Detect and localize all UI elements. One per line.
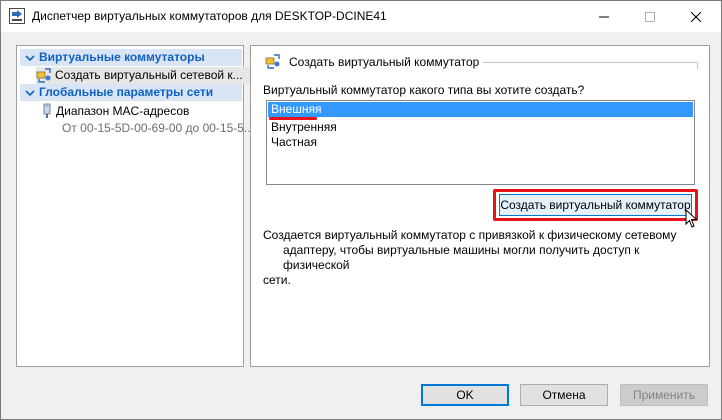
- maximize-button[interactable]: [627, 1, 673, 32]
- tree-section-virtual-switches[interactable]: Виртуальные коммутаторы: [20, 49, 242, 66]
- tree-section-label: Глобальные параметры сети: [39, 85, 214, 99]
- maximize-icon: [645, 11, 655, 22]
- group-title: Создать виртуальный коммутатор: [289, 55, 480, 69]
- switch-type-listbox[interactable]: Внешняя Внутренняя Частная: [266, 100, 695, 185]
- switch-type-option-internal[interactable]: Внутренняя: [268, 120, 693, 135]
- network-switch-icon: [36, 68, 51, 83]
- tree-section-global-network[interactable]: Глобальные параметры сети: [20, 84, 242, 101]
- description-line: сети.: [263, 273, 291, 287]
- highlight-underline: [269, 117, 317, 120]
- create-switch-button[interactable]: Создать виртуальный коммутатор: [499, 194, 692, 216]
- chevron-down-icon: [25, 90, 35, 97]
- group-border: [697, 62, 698, 69]
- window-title: Диспетчер виртуальных коммутаторов для D…: [32, 9, 387, 23]
- tree-item-label: Диапазон MAC-адресов: [56, 104, 190, 118]
- tree-item-create-switch[interactable]: Создать виртуальный сетевой к...: [36, 67, 258, 84]
- cancel-button[interactable]: Отмена: [520, 384, 608, 406]
- network-adapter-icon: [43, 103, 51, 118]
- switch-type-description: Создается виртуальный коммутатор с привя…: [263, 228, 691, 288]
- switch-type-option-external[interactable]: Внешняя: [268, 102, 693, 117]
- network-switch-icon: [265, 54, 280, 69]
- close-button[interactable]: [673, 1, 719, 32]
- window: Диспетчер виртуальных коммутаторов для D…: [0, 0, 722, 420]
- apply-button[interactable]: Применить: [620, 384, 708, 406]
- description-line: адаптеру, чтобы виртуальные машины могли…: [283, 243, 640, 272]
- close-icon: [691, 11, 701, 22]
- chevron-down-icon: [25, 55, 35, 62]
- title-bar: Диспетчер виртуальных коммутаторов для D…: [1, 1, 721, 32]
- tree-item-mac-range[interactable]: Диапазон MAC-адресов От 00-15-5D-00-69-0…: [36, 103, 254, 137]
- minimize-icon: [599, 16, 609, 17]
- minimize-button[interactable]: [581, 1, 627, 32]
- navigation-tree: Виртуальные коммутаторы Создать виртуаль…: [16, 45, 258, 367]
- description-line: Создается виртуальный коммутатор с привя…: [263, 228, 677, 242]
- mouse-cursor-icon: [685, 209, 698, 228]
- switch-type-option-private[interactable]: Частная: [268, 135, 693, 150]
- tree-item-sublabel: От 00-15-5D-00-69-00 до 00-15-5...: [62, 121, 254, 135]
- switch-type-question: Виртуальный коммутатор какого типа вы хо…: [263, 83, 585, 97]
- tree-section-label: Виртуальные коммутаторы: [39, 50, 205, 64]
- switch-manager-icon: [9, 8, 25, 24]
- tree-item-label: Создать виртуальный сетевой к...: [55, 68, 243, 82]
- ok-button[interactable]: OK: [421, 384, 509, 406]
